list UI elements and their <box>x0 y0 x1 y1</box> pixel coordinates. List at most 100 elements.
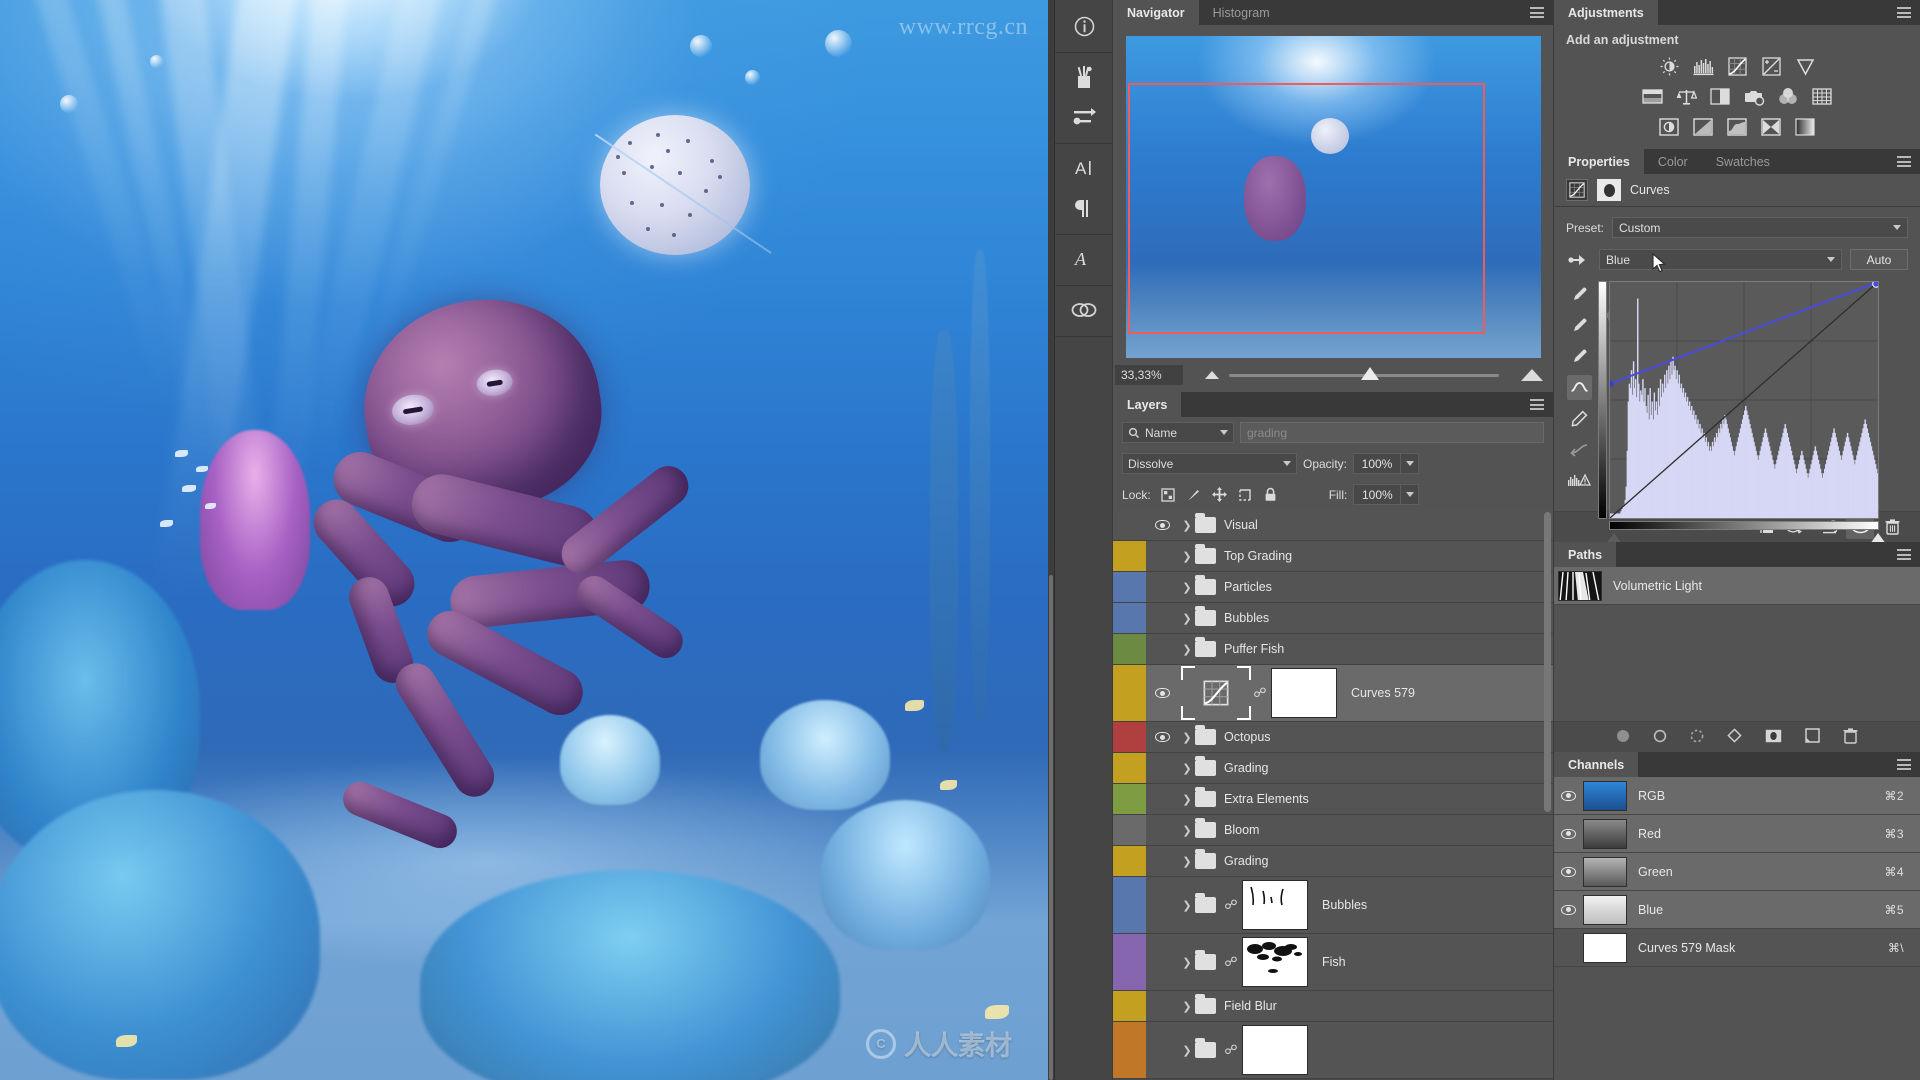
layer-row[interactable]: ❯ ☍ Fish <box>1113 934 1553 991</box>
layer-color-label[interactable] <box>1113 877 1146 933</box>
channel-visibility-toggle[interactable] <box>1554 790 1583 801</box>
tab-layers[interactable]: Layers <box>1113 392 1182 417</box>
lock-image-pixels-icon[interactable] <box>1186 487 1201 502</box>
visibility-icon[interactable] <box>1561 866 1576 877</box>
levels-icon[interactable] <box>1693 56 1714 77</box>
exposure-icon[interactable] <box>1761 56 1782 77</box>
properties-panel-menu-icon[interactable] <box>1897 156 1911 167</box>
layer-row[interactable]: ❯ Bloom <box>1113 815 1553 846</box>
layer-row[interactable]: ❯ ☍ Bubbles <box>1113 877 1553 934</box>
character-icon[interactable]: A <box>1055 148 1113 188</box>
navigator-panel-menu-icon[interactable] <box>1530 7 1544 18</box>
channel-row[interactable]: Green ⌘4 <box>1554 853 1920 891</box>
fill-value[interactable]: 100% <box>1353 484 1402 505</box>
channels-panel-menu-icon[interactable] <box>1897 759 1911 770</box>
layer-row[interactable]: ❯ Top Grading <box>1113 541 1553 572</box>
collapsed-panel-dock[interactable]: A A <box>1054 0 1112 1080</box>
new-path-icon[interactable] <box>1805 728 1820 746</box>
black-white-icon[interactable] <box>1710 86 1731 107</box>
clip-warning-icon[interactable] <box>1567 468 1592 493</box>
fill-path-icon[interactable] <box>1616 729 1630 746</box>
target-adjustment-tool-icon[interactable] <box>1566 247 1591 272</box>
expand-group-icon[interactable]: ❯ <box>1179 731 1195 744</box>
document-canvas[interactable]: www.rrcg.cn C 人人素材 <box>0 0 1054 1080</box>
zoom-level-value[interactable]: 33,33% <box>1115 365 1183 385</box>
expand-group-icon[interactable]: ❯ <box>1179 519 1195 532</box>
curves-icon[interactable] <box>1727 56 1748 77</box>
expand-group-icon[interactable]: ❯ <box>1179 793 1195 806</box>
link-mask-icon[interactable]: ☍ <box>1224 954 1238 970</box>
curves-grid[interactable] <box>1609 281 1879 519</box>
info-icon[interactable] <box>1055 6 1113 46</box>
layer-color-label[interactable] <box>1113 572 1146 602</box>
brightness-contrast-icon[interactable] <box>1659 56 1680 77</box>
layer-row[interactable]: ❯ Octopus <box>1113 722 1553 753</box>
tab-channels[interactable]: Channels <box>1554 752 1639 777</box>
lock-artboard-nesting-icon[interactable] <box>1238 487 1253 502</box>
expand-group-icon[interactable]: ❯ <box>1179 899 1195 912</box>
posterize-icon[interactable] <box>1693 116 1714 137</box>
path-row[interactable]: Volumetric Light <box>1554 567 1920 605</box>
threshold-icon[interactable] <box>1727 116 1748 137</box>
smooth-curve-icon[interactable] <box>1567 437 1592 462</box>
channel-row[interactable]: RGB ⌘2 <box>1554 777 1920 815</box>
zoom-in-icon[interactable] <box>1521 369 1543 381</box>
tab-adjustments[interactable]: Adjustments <box>1554 0 1658 25</box>
channel-row[interactable]: Blue ⌘5 <box>1554 891 1920 929</box>
layer-row[interactable]: ❯ Extra Elements <box>1113 784 1553 815</box>
visibility-icon[interactable] <box>1155 688 1170 698</box>
expand-group-icon[interactable]: ❯ <box>1179 956 1195 969</box>
link-mask-icon[interactable]: ☍ <box>1224 1042 1238 1058</box>
lock-position-icon[interactable] <box>1211 487 1227 502</box>
tab-properties[interactable]: Properties <box>1554 149 1644 174</box>
sample-white-point-icon[interactable] <box>1567 344 1592 369</box>
layer-row[interactable]: ❯ Visual <box>1113 510 1553 541</box>
layer-color-label[interactable] <box>1113 784 1146 814</box>
color-balance-icon[interactable] <box>1676 86 1697 107</box>
channel-visibility-toggle[interactable] <box>1554 828 1583 839</box>
tab-color[interactable]: Color <box>1643 149 1702 174</box>
layer-visibility-toggle[interactable] <box>1146 520 1179 530</box>
layer-color-label[interactable] <box>1113 722 1146 752</box>
gradient-map-icon[interactable] <box>1795 116 1816 137</box>
layer-filter-kind-select[interactable]: Name <box>1122 422 1234 443</box>
load-selection-icon[interactable] <box>1690 729 1704 746</box>
layer-row[interactable]: ❯ ☍ <box>1113 1022 1553 1079</box>
pencil-tool-icon[interactable] <box>1567 406 1592 431</box>
invert-icon[interactable] <box>1659 116 1680 137</box>
vibrance-icon[interactable] <box>1795 56 1816 77</box>
add-mask-icon[interactable] <box>1765 729 1782 746</box>
layer-color-label[interactable] <box>1113 815 1146 845</box>
adjustment-thumbnail[interactable] <box>1181 666 1251 720</box>
lock-all-icon[interactable] <box>1264 487 1277 502</box>
blend-mode-select[interactable]: Dissolve <box>1122 453 1297 474</box>
visibility-icon[interactable] <box>1561 790 1576 801</box>
layer-row[interactable]: ❯ Field Blur <box>1113 991 1553 1022</box>
tab-swatches[interactable]: Swatches <box>1701 149 1784 174</box>
visibility-icon[interactable] <box>1561 828 1576 839</box>
visibility-icon[interactable] <box>1561 904 1576 915</box>
color-lookup-icon[interactable] <box>1812 86 1833 107</box>
navigator-thumbnail[interactable] <box>1126 36 1541 358</box>
paths-panel-menu-icon[interactable] <box>1897 549 1911 560</box>
layer-visibility-toggle[interactable] <box>1146 688 1179 698</box>
curve-point-tool-icon[interactable] <box>1567 375 1592 400</box>
lock-transparent-pixels-icon[interactable] <box>1161 487 1175 502</box>
layers-panel-menu-icon[interactable] <box>1530 399 1544 410</box>
zoom-slider-knob[interactable] <box>1361 366 1380 380</box>
layer-row[interactable]: ❯ Particles <box>1113 572 1553 603</box>
layer-mask-thumbnail[interactable] <box>1242 880 1308 930</box>
channel-select[interactable]: Blue <box>1599 249 1842 273</box>
brushes-icon[interactable] <box>1055 57 1113 97</box>
hue-saturation-icon[interactable] <box>1641 86 1663 107</box>
layer-color-label[interactable] <box>1113 541 1146 571</box>
layer-color-label[interactable] <box>1113 510 1146 540</box>
paths-list[interactable]: Volumetric Light <box>1554 567 1920 721</box>
channels-list[interactable]: RGB ⌘2 Red ⌘3 Green ⌘4 Blue ⌘5 Curves 579 Mask ⌘\ <box>1554 777 1920 967</box>
layer-row[interactable]: ☍ Curves 579 <box>1113 665 1553 722</box>
expand-group-icon[interactable]: ❯ <box>1179 550 1195 563</box>
layer-row[interactable]: ❯ Bubbles <box>1113 603 1553 634</box>
tab-navigator[interactable]: Navigator <box>1113 0 1199 25</box>
sample-black-point-icon[interactable] <box>1567 282 1592 307</box>
link-mask-icon[interactable]: ☍ <box>1253 685 1267 701</box>
